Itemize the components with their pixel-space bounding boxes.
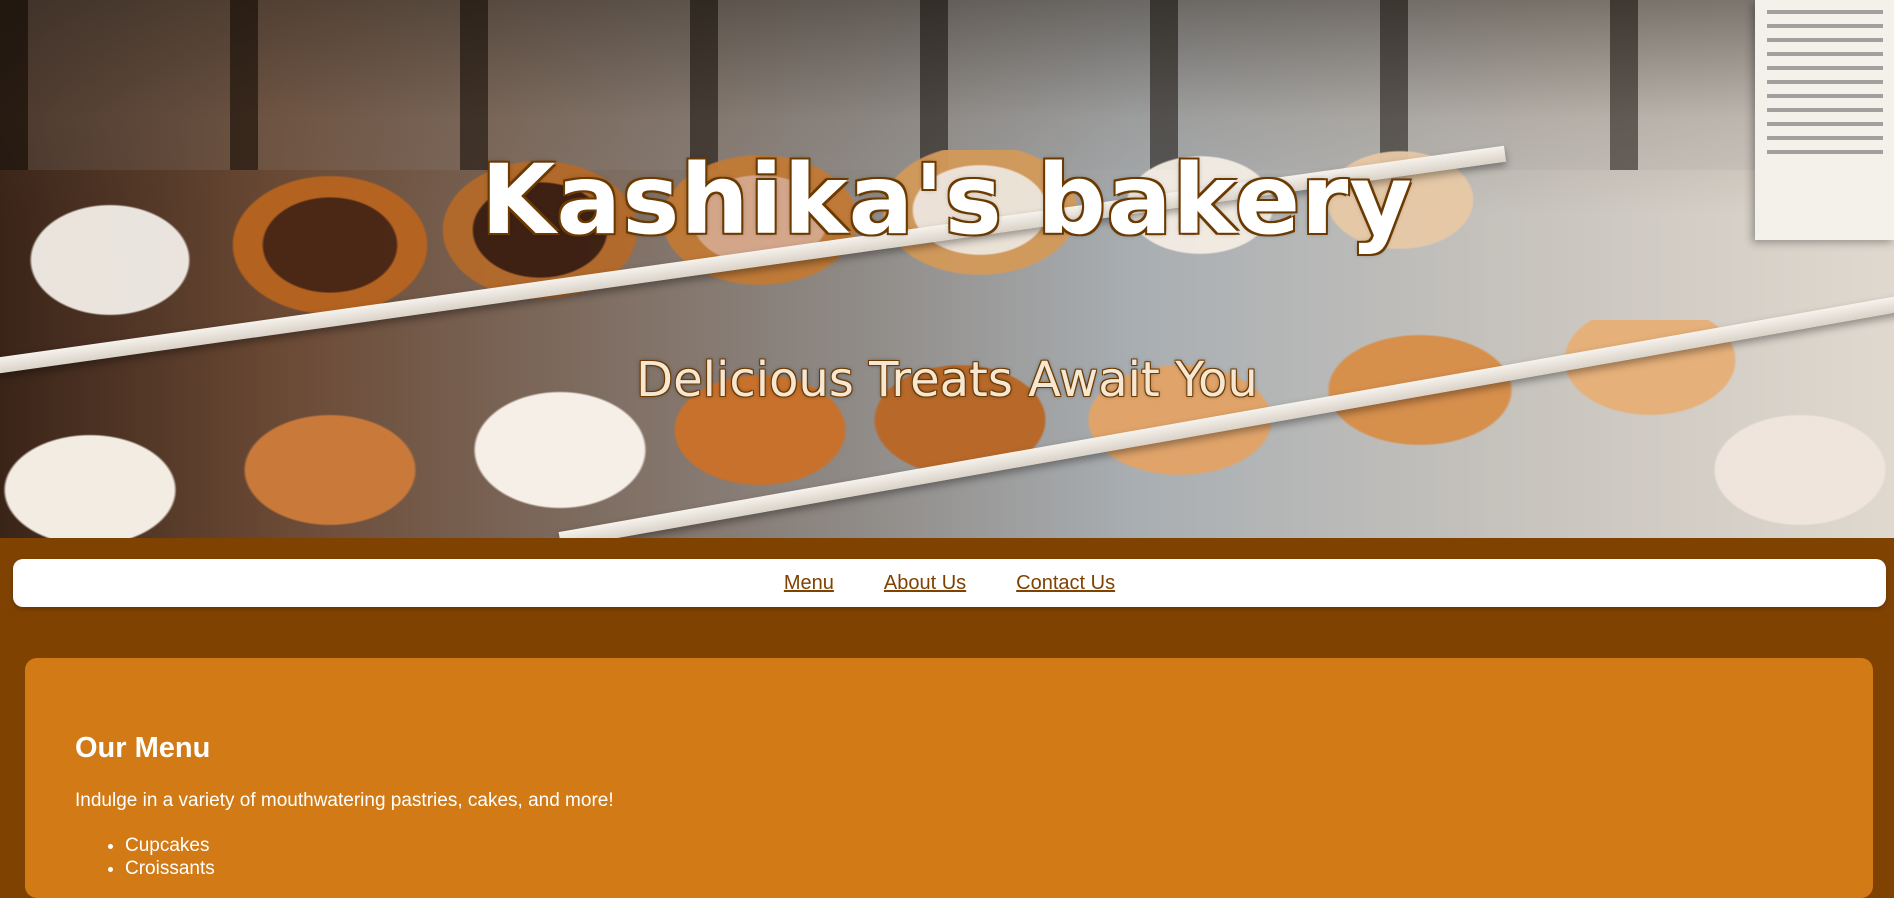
menu-list-item: Cupcakes xyxy=(125,834,215,857)
hero-banner: Kashika's bakery Delicious Treats Await … xyxy=(0,0,1894,538)
menu-section: Our Menu Indulge in a variety of mouthwa… xyxy=(25,658,1873,898)
menu-description: Indulge in a variety of mouthwatering pa… xyxy=(75,790,614,811)
nav-link-about-us[interactable]: About Us xyxy=(884,572,966,595)
site-subtitle: Delicious Treats Await You xyxy=(636,352,1258,408)
nav-link-contact-us[interactable]: Contact Us xyxy=(1016,572,1115,595)
site-title: Kashika's bakery xyxy=(481,144,1413,256)
menu-list-item: Croissants xyxy=(125,857,215,880)
nav-link-menu[interactable]: Menu xyxy=(784,572,834,595)
main-nav: Menu About Us Contact Us xyxy=(13,559,1886,607)
menu-heading: Our Menu xyxy=(75,732,211,764)
menu-list: Cupcakes Croissants xyxy=(75,834,215,880)
